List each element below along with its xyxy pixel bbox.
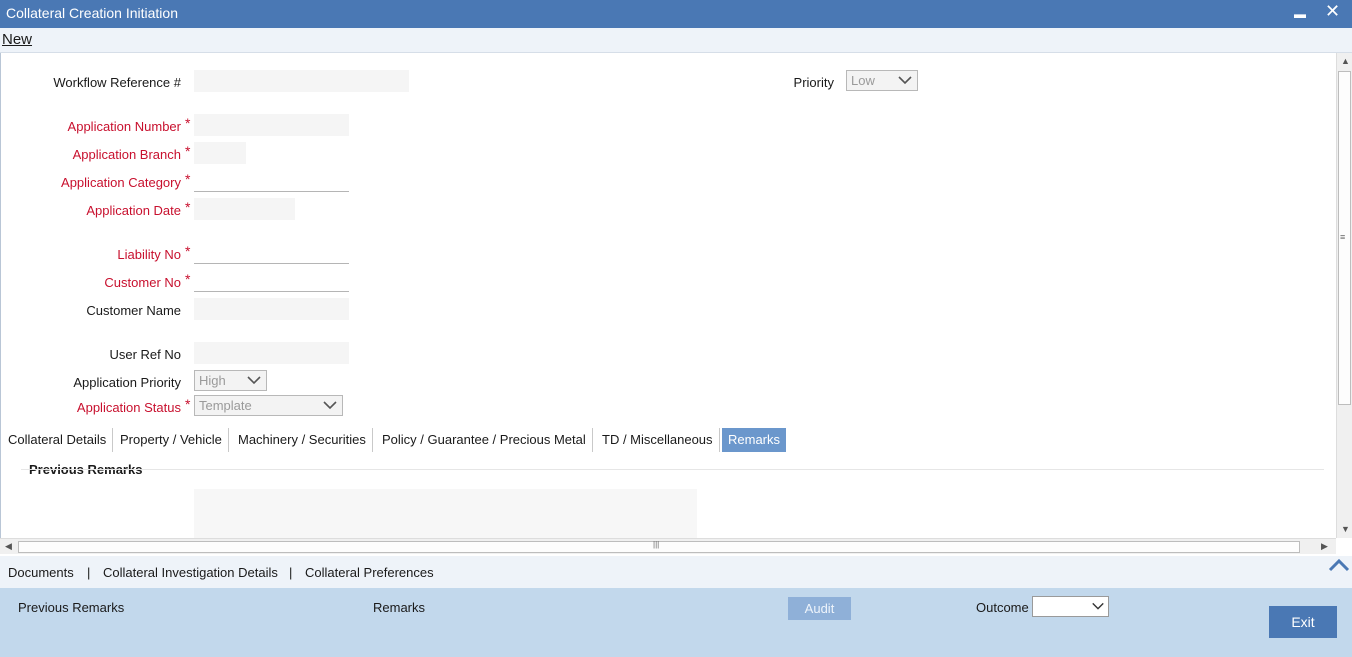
form-content: Workflow Reference # Priority Low Applic… xyxy=(0,53,1336,539)
customer-no-field[interactable] xyxy=(194,270,349,292)
chevron-down-icon xyxy=(1092,602,1104,610)
workflow-ref-label: Workflow Reference # xyxy=(53,75,181,90)
horizontal-scrollbar[interactable]: ◀ ||| ▶ xyxy=(0,538,1336,554)
chevron-up-icon[interactable] xyxy=(1328,558,1350,572)
window-title: Collateral Creation Initiation xyxy=(6,5,178,21)
required-marker: * xyxy=(185,171,191,187)
tab-td-miscellaneous[interactable]: TD / Miscellaneous xyxy=(596,428,720,452)
customer-name-label: Customer Name xyxy=(86,303,181,318)
user-ref-label: User Ref No xyxy=(109,347,181,362)
section-divider xyxy=(21,469,1324,470)
grip-icon: ≡ xyxy=(1340,232,1346,242)
liability-no-field[interactable] xyxy=(194,242,349,264)
app-status-select[interactable]: Template xyxy=(194,395,343,416)
application-category-field[interactable] xyxy=(194,170,349,192)
required-marker: * xyxy=(185,143,191,159)
tab-property-vehicle[interactable]: Property / Vehicle xyxy=(114,428,229,452)
horizontal-scroll-thumb[interactable]: ||| xyxy=(18,540,1300,553)
required-marker: * xyxy=(185,271,191,287)
app-priority-label: Application Priority xyxy=(73,375,181,390)
vertical-scroll-thumb[interactable]: ≡ xyxy=(1338,71,1351,405)
chevron-down-icon xyxy=(323,401,337,410)
user-ref-field[interactable] xyxy=(194,342,349,364)
menu-bar: New xyxy=(0,28,1352,53)
tab-collateral-details[interactable]: Collateral Details xyxy=(2,428,114,452)
previous-remarks-footer-label: Previous Remarks xyxy=(18,600,125,615)
application-date-label: Application Date xyxy=(86,203,181,218)
exit-button[interactable]: Exit xyxy=(1269,606,1337,638)
close-icon[interactable]: ✕ xyxy=(1325,1,1340,22)
application-date-field[interactable] xyxy=(194,198,295,220)
documents-link[interactable]: Documents xyxy=(8,565,74,580)
priority-label: Priority xyxy=(793,75,834,90)
subsystem-links: Documents | Collateral Investigation Det… xyxy=(0,556,1352,588)
audit-button[interactable]: Audit xyxy=(788,597,851,620)
application-number-field[interactable] xyxy=(194,114,349,136)
scroll-down-icon[interactable]: ▼ xyxy=(1341,524,1350,534)
application-number-label: Application Number xyxy=(67,119,181,134)
application-branch-label: Application Branch xyxy=(72,147,181,162)
required-marker: * xyxy=(185,115,191,131)
link-separator: | xyxy=(289,565,293,580)
tab-remarks[interactable]: Remarks xyxy=(722,428,787,452)
required-marker: * xyxy=(185,396,191,412)
priority-select[interactable]: Low xyxy=(846,70,918,91)
workflow-ref-field[interactable] xyxy=(194,70,409,92)
liability-no-label: Liability No xyxy=(117,247,181,262)
link-separator: | xyxy=(87,565,91,580)
app-priority-select[interactable]: High xyxy=(194,370,267,391)
collateral-preferences-link[interactable]: Collateral Preferences xyxy=(305,565,434,580)
application-category-label: Application Category xyxy=(61,175,181,190)
tab-policy-guarantee[interactable]: Policy / Guarantee / Precious Metal xyxy=(376,428,593,452)
scroll-up-icon[interactable]: ▲ xyxy=(1341,56,1350,66)
vertical-scrollbar[interactable]: ▲ ≡ ▼ xyxy=(1336,53,1352,538)
chevron-down-icon xyxy=(898,76,912,85)
required-marker: * xyxy=(185,243,191,259)
app-status-label: Application Status xyxy=(76,400,181,415)
customer-no-label: Customer No xyxy=(104,275,181,290)
scroll-right-icon[interactable]: ▶ xyxy=(1321,541,1328,552)
application-branch-field[interactable] xyxy=(194,142,246,164)
customer-name-field[interactable] xyxy=(194,298,349,320)
outcome-label: Outcome xyxy=(976,600,1029,615)
minimize-icon[interactable]: ▬ xyxy=(1294,7,1306,21)
scroll-left-icon[interactable]: ◀ xyxy=(5,541,12,552)
app-priority-value: High xyxy=(199,373,226,388)
app-status-value: Template xyxy=(199,398,252,413)
new-link[interactable]: New xyxy=(2,31,32,48)
outcome-select[interactable] xyxy=(1032,596,1109,617)
required-marker: * xyxy=(185,199,191,215)
remarks-footer-label: Remarks xyxy=(373,600,426,615)
grip-icon: ||| xyxy=(653,540,660,549)
tab-machinery-securities[interactable]: Machinery / Securities xyxy=(232,428,373,452)
previous-remarks-box[interactable] xyxy=(194,489,697,539)
footer-bar: Previous Remarks Remarks Audit Outcome E… xyxy=(0,588,1352,657)
chevron-down-icon xyxy=(247,376,261,385)
priority-value: Low xyxy=(851,73,875,88)
investigation-details-link[interactable]: Collateral Investigation Details xyxy=(103,565,278,580)
title-bar: Collateral Creation Initiation ▬ ✕ xyxy=(0,0,1352,28)
